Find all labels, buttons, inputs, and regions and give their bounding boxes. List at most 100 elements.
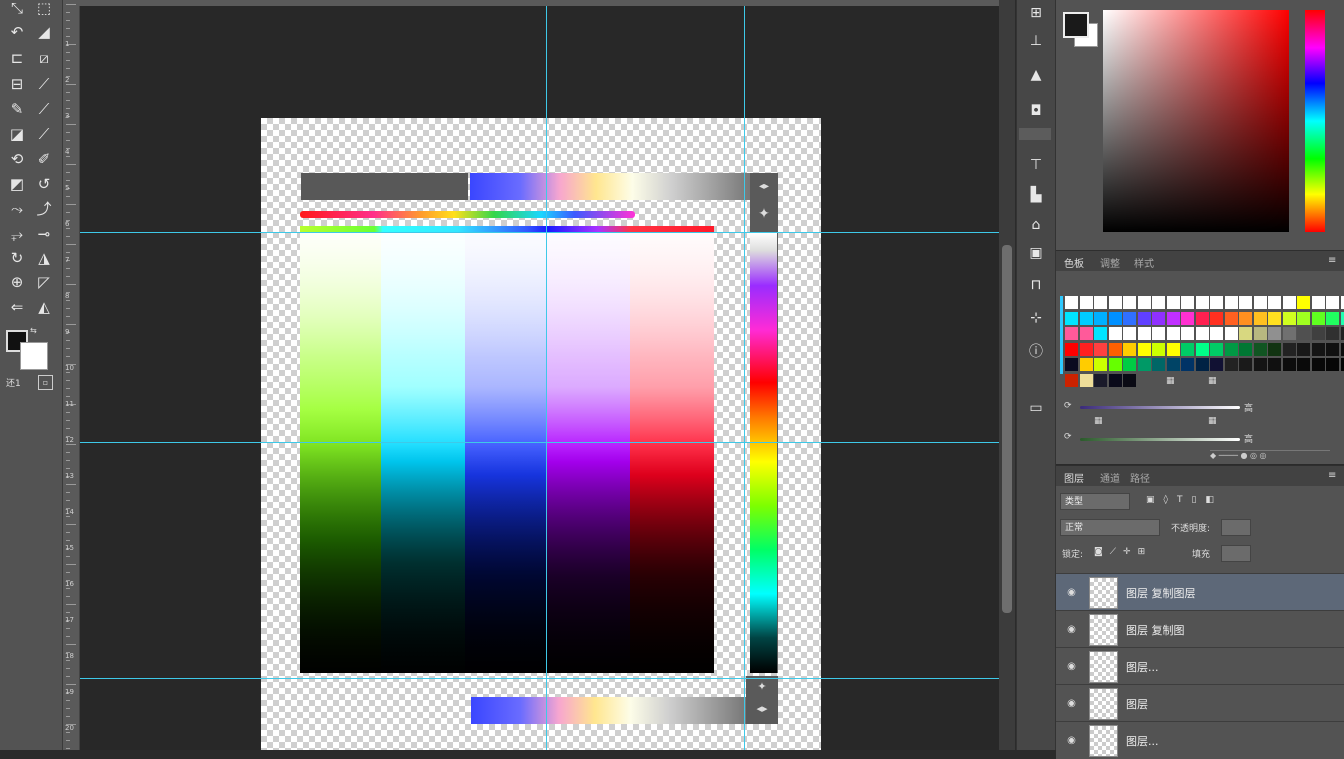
swatch[interactable] (1297, 312, 1310, 325)
swatch[interactable] (1167, 296, 1180, 309)
swatch[interactable] (1254, 296, 1267, 309)
swatch[interactable] (1239, 358, 1252, 371)
swatch[interactable] (1152, 358, 1165, 371)
swatch[interactable] (1181, 327, 1194, 340)
swatch[interactable] (1094, 343, 1107, 356)
layer-name[interactable]: 图层 复制图层 (1126, 585, 1196, 601)
swatch[interactable] (1152, 296, 1165, 309)
swatch[interactable] (1065, 343, 1078, 356)
visibility-eye-icon[interactable]: ◉ (1066, 735, 1077, 746)
opacity-field[interactable] (1221, 519, 1251, 536)
screen-mode-icon[interactable]: ▫ (38, 375, 53, 390)
swatch[interactable] (1268, 327, 1281, 340)
swatch[interactable] (1080, 296, 1093, 309)
clone-stamp-icon[interactable]: ◪ (6, 124, 28, 144)
swatch[interactable] (1254, 327, 1267, 340)
opacity-slider-track[interactable] (1080, 406, 1240, 409)
quick-select-icon[interactable]: ◢ (33, 22, 55, 42)
swatch[interactable] (1297, 296, 1310, 309)
swatch[interactable] (1167, 312, 1180, 325)
guide-horizontal[interactable] (80, 232, 999, 233)
fill-slider-track[interactable] (1080, 438, 1240, 441)
swatch[interactable] (1138, 358, 1151, 371)
swatch[interactable] (1123, 296, 1136, 309)
guide-horizontal[interactable] (80, 678, 999, 679)
swatch[interactable] (1109, 327, 1122, 340)
character-icon[interactable]: ▙ (1021, 182, 1051, 208)
swatch[interactable] (1225, 312, 1238, 325)
layer-name[interactable]: 图层... (1126, 659, 1159, 675)
panel-menu-icon[interactable]: ≡ (1328, 255, 1336, 266)
swatch[interactable] (1283, 312, 1296, 325)
swatch[interactable] (1283, 296, 1296, 309)
swatch[interactable] (1094, 312, 1107, 325)
shape-tool-icon[interactable]: ↻ (6, 248, 28, 268)
swatch[interactable] (1312, 343, 1325, 356)
dodge-tool-icon[interactable]: ⤳ (6, 199, 28, 219)
swatch[interactable] (1297, 343, 1310, 356)
rotate-view-icon[interactable]: ◸ (33, 272, 55, 292)
type-tool-icon[interactable]: ⥅ (6, 224, 28, 244)
swatch[interactable] (1268, 312, 1281, 325)
visibility-eye-icon[interactable]: ◉ (1066, 661, 1077, 672)
layer-name[interactable]: 图层 复制图 (1126, 622, 1185, 638)
swatch[interactable] (1080, 358, 1093, 371)
paths-icon[interactable]: ⊹ (1021, 305, 1051, 331)
hand-tool-icon[interactable]: ⊕ (6, 272, 28, 292)
crop-tool-icon[interactable]: ⊏ (6, 48, 28, 68)
swatch[interactable] (1326, 343, 1339, 356)
swatch[interactable] (1181, 343, 1194, 356)
filter-icons[interactable]: ▣◊T▯◧ (1146, 495, 1223, 505)
swatch[interactable] (1225, 358, 1238, 371)
layer-name[interactable]: 图层 (1126, 696, 1148, 712)
swatch[interactable] (1094, 358, 1107, 371)
swatch[interactable] (1254, 312, 1267, 325)
swatch[interactable] (1196, 358, 1209, 371)
swatch[interactable] (1196, 312, 1209, 325)
swatch[interactable] (1109, 312, 1122, 325)
swap-colors-icon[interactable]: ⇆ (30, 326, 37, 335)
swatch[interactable] (1080, 327, 1093, 340)
gradient-tool-icon[interactable]: ◩ (6, 174, 28, 194)
swatch[interactable] (1123, 327, 1136, 340)
swatch[interactable] (1239, 296, 1252, 309)
swatch[interactable] (1283, 343, 1296, 356)
info-icon[interactable]: ⓘ (1021, 338, 1051, 364)
paragraph-icon[interactable]: ⌂ (1021, 212, 1051, 238)
pencil-tool-icon[interactable]: ⟋ (33, 124, 55, 144)
swatch[interactable] (1268, 343, 1281, 356)
swatch[interactable] (1297, 358, 1310, 371)
background-color-swatch[interactable] (20, 342, 48, 370)
swatch[interactable] (1094, 296, 1107, 309)
swatch[interactable] (1152, 327, 1165, 340)
swatch[interactable] (1312, 327, 1325, 340)
swatch[interactable] (1341, 343, 1344, 356)
color-spectrum-field[interactable] (1103, 10, 1289, 232)
layer-row[interactable]: ◉图层... (1056, 721, 1344, 759)
swatch[interactable] (1065, 374, 1078, 387)
hue-slider[interactable] (1305, 10, 1325, 232)
swatch[interactable] (1341, 327, 1344, 340)
swatch[interactable] (1268, 358, 1281, 371)
zoom-tool-icon[interactable]: ⇐ (6, 297, 28, 317)
swatch[interactable] (1196, 296, 1209, 309)
pen-tool-icon[interactable]: ⤴ (33, 199, 55, 219)
swatch[interactable] (1297, 327, 1310, 340)
swatch[interactable] (1123, 312, 1136, 325)
navigator-icon[interactable]: ▭ (1021, 395, 1051, 421)
tab-paths[interactable]: 路径 (1130, 470, 1150, 485)
swatch[interactable] (1312, 296, 1325, 309)
layer-row[interactable]: ◉图层 复制图 (1056, 610, 1344, 648)
swatch[interactable] (1312, 312, 1325, 325)
move-tool-icon[interactable]: ⤡ (6, 0, 28, 18)
swatch[interactable] (1326, 327, 1339, 340)
swatch[interactable] (1326, 312, 1339, 325)
swatch[interactable] (1254, 343, 1267, 356)
swatch[interactable] (1094, 374, 1107, 387)
swatch[interactable] (1239, 327, 1252, 340)
custom-shape-icon[interactable]: ◮ (33, 248, 55, 268)
guide-vertical[interactable] (744, 6, 745, 750)
swatch[interactable] (1181, 312, 1194, 325)
swatch[interactable] (1239, 312, 1252, 325)
swatch[interactable] (1225, 327, 1238, 340)
